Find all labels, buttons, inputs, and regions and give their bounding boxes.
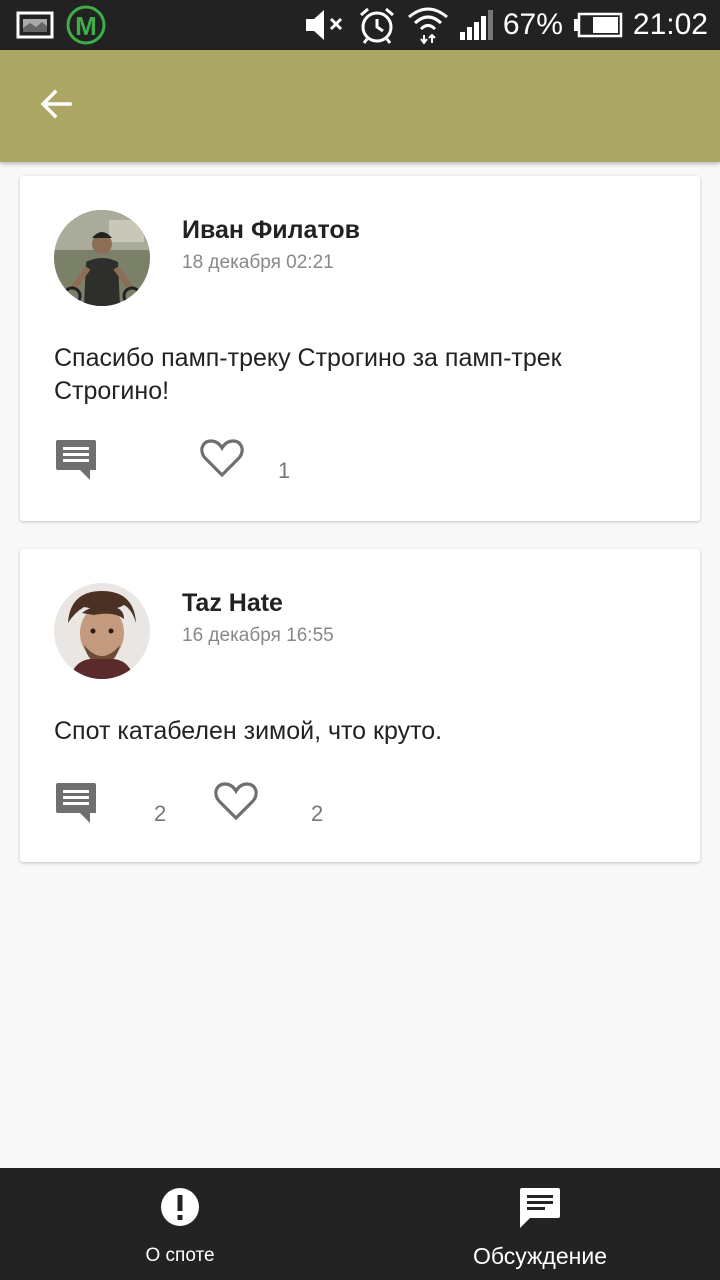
arrow-back-icon (38, 86, 74, 127)
like-button[interactable] (200, 438, 244, 483)
like-count: 1 (278, 458, 291, 483)
battery-icon (573, 12, 623, 38)
status-bar: M 67% 21:02 (0, 0, 720, 50)
post-actions: 1 (54, 438, 654, 488)
metro-icon: M (64, 5, 108, 45)
avatar[interactable] (54, 583, 150, 679)
wifi-icon (407, 5, 449, 45)
clock: 21:02 (632, 8, 708, 41)
post-text: Спасибо памп-треку Строгино за памп-трек… (54, 344, 562, 405)
tab-label: О споте (145, 1245, 215, 1266)
avatar[interactable] (54, 210, 150, 306)
back-button[interactable] (24, 74, 88, 138)
heart-icon (200, 438, 244, 483)
post-date: 16 декабря 16:55 (182, 625, 334, 646)
post-actions: 2 2 (54, 781, 654, 831)
comment-icon (54, 781, 100, 830)
comment-button[interactable] (54, 781, 100, 830)
comment-icon (54, 438, 100, 487)
post-author[interactable]: Иван Филатов (182, 216, 360, 245)
app-toolbar (0, 50, 720, 162)
heart-icon (214, 781, 258, 826)
like-button[interactable] (214, 781, 258, 826)
post-date: 18 декабря 02:21 (182, 252, 334, 273)
post-card: Иван Филатов 18 декабря 02:21 Спасибо па… (20, 176, 700, 521)
post-card: Taz Hate 16 декабря 16:55 Спот катабелен… (20, 549, 700, 862)
discussion-feed: Иван Филатов 18 декабря 02:21 Спасибо па… (20, 176, 700, 890)
chat-icon (518, 1186, 562, 1235)
bottom-navigation: О споте Обсуждение (0, 1168, 720, 1280)
comment-count: 2 (154, 801, 167, 826)
like-count: 2 (311, 801, 324, 826)
info-icon (159, 1186, 201, 1233)
tab-label: Обсуждение (472, 1243, 607, 1269)
image-icon (16, 11, 54, 39)
signal-icon (459, 10, 493, 40)
tab-about-spot[interactable]: О споте (0, 1168, 360, 1280)
mute-icon (303, 7, 347, 43)
svg-text:M: M (75, 11, 97, 41)
battery-percent: 67% (502, 8, 563, 41)
alarm-icon (357, 5, 397, 45)
comment-button[interactable] (54, 438, 100, 487)
tab-discussion[interactable]: Обсуждение (360, 1168, 720, 1280)
post-author[interactable]: Taz Hate (182, 589, 283, 618)
post-text: Спот катабелен зимой, что круто. (54, 717, 443, 745)
